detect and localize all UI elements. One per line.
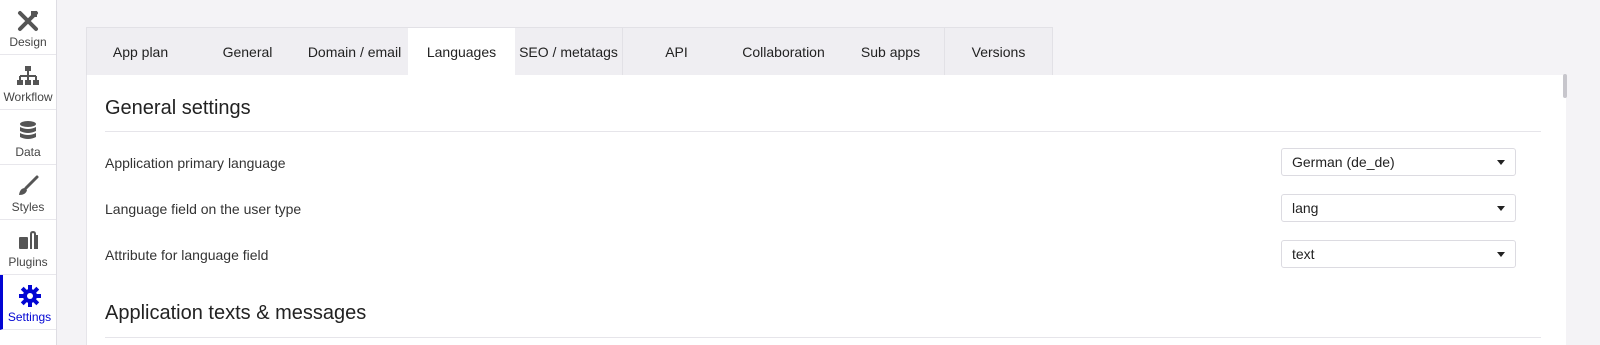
tab-domain-email[interactable]: Domain / email <box>301 28 408 76</box>
tab-seo-metatags[interactable]: SEO / metatags <box>515 28 622 76</box>
app-texts-title: Application texts & messages <box>105 302 367 324</box>
language-attribute-dropdown[interactable]: text <box>1281 240 1516 268</box>
language-attribute-value: text <box>1292 246 1315 262</box>
workflow-icon <box>17 66 39 85</box>
sidebar-item-plugins[interactable]: Plugins <box>0 220 56 275</box>
sidebar-item-label: Styles <box>11 200 45 214</box>
design-tools-icon <box>18 11 38 31</box>
sidebar-item-workflow[interactable]: Workflow <box>0 55 56 110</box>
sidebar-item-label: Workflow <box>3 90 53 104</box>
general-settings-title: General settings <box>105 97 251 119</box>
database-icon <box>20 121 36 139</box>
sidebar-item-label: Plugins <box>8 255 48 269</box>
scrollbar[interactable] <box>1563 74 1567 98</box>
language-attribute-label: Attribute for language field <box>105 247 269 263</box>
sidebar-item-label: Design <box>9 35 47 49</box>
language-field-dropdown[interactable]: lang <box>1281 194 1516 222</box>
language-field-value: lang <box>1292 200 1319 216</box>
sidebar-item-design[interactable]: Design <box>0 0 56 55</box>
brush-icon <box>19 175 39 195</box>
language-field-label: Language field on the user type <box>105 201 302 217</box>
sidebar-item-label: Settings <box>7 310 52 324</box>
tab-app-plan[interactable]: App plan <box>87 28 194 76</box>
tab-collaboration[interactable]: Collaboration <box>730 28 837 76</box>
left-sidebar: Design Workflow Data Styles Plugins Sett… <box>0 0 57 345</box>
tab-versions[interactable]: Versions <box>945 28 1052 76</box>
chevron-down-icon <box>1497 206 1505 211</box>
plugins-icon <box>19 230 38 249</box>
chevron-down-icon <box>1497 252 1505 257</box>
sidebar-item-data[interactable]: Data <box>0 110 56 165</box>
languages-panel: General settings Application primary lan… <box>86 75 1566 345</box>
section-divider <box>105 337 1541 338</box>
tab-languages[interactable]: Languages <box>408 28 515 76</box>
primary-language-value: German (de_de) <box>1292 154 1395 170</box>
sidebar-item-styles[interactable]: Styles <box>0 165 56 220</box>
sidebar-item-label: Data <box>15 145 41 159</box>
chevron-down-icon <box>1497 160 1505 165</box>
settings-tabs: App plan General Domain / email Language… <box>86 27 1053 76</box>
tab-api[interactable]: API <box>623 28 730 76</box>
tab-general[interactable]: General <box>194 28 301 76</box>
primary-language-label: Application primary language <box>105 155 286 171</box>
primary-language-dropdown[interactable]: German (de_de) <box>1281 148 1516 176</box>
gear-icon <box>18 285 41 307</box>
section-divider <box>105 131 1541 132</box>
tab-sub-apps[interactable]: Sub apps <box>837 28 944 76</box>
sidebar-item-settings[interactable]: Settings <box>0 275 56 330</box>
